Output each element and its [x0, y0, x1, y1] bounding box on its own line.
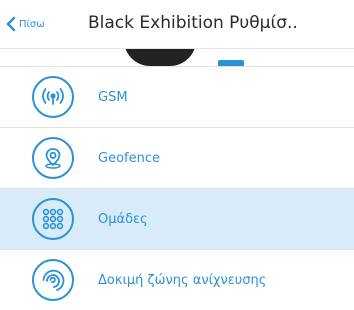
- device-body: [124, 48, 196, 66]
- detection-zone-icon: [32, 259, 74, 301]
- list-item-geofence[interactable]: Geofence: [0, 128, 354, 189]
- settings-screen: Πίσω Black Exhibition Ρυθμίσ.. GSM Geofe…: [0, 0, 354, 310]
- broadcast-icon: [32, 76, 74, 118]
- location-pin-icon: [32, 137, 74, 179]
- list-item-label: Ομάδες: [98, 211, 148, 227]
- list-item-gsm[interactable]: GSM: [0, 67, 354, 128]
- page-title: Black Exhibition Ρυθμίσ..: [88, 13, 298, 33]
- back-label: Πίσω: [19, 18, 45, 30]
- list-item-label: GSM: [98, 89, 128, 105]
- chevron-left-icon: [6, 16, 16, 32]
- list-item-label: Δοκιμή ζώνης ανίχνευσης: [98, 272, 267, 288]
- list-item-detection-zone-test[interactable]: Δοκιμή ζώνης ανίχνευσης: [0, 250, 354, 310]
- list-item-groups[interactable]: Ομάδες: [0, 189, 354, 250]
- device-image: [0, 48, 354, 66]
- groups-grid-icon: [32, 198, 74, 240]
- navigation-bar: Πίσω Black Exhibition Ρυθμίσ..: [0, 0, 354, 49]
- list-item-label: Geofence: [98, 150, 160, 166]
- back-button[interactable]: Πίσω: [6, 14, 45, 34]
- settings-list: GSM Geofence Ομάδες Δοκιμή ζώνης ανίχνευ…: [0, 66, 354, 310]
